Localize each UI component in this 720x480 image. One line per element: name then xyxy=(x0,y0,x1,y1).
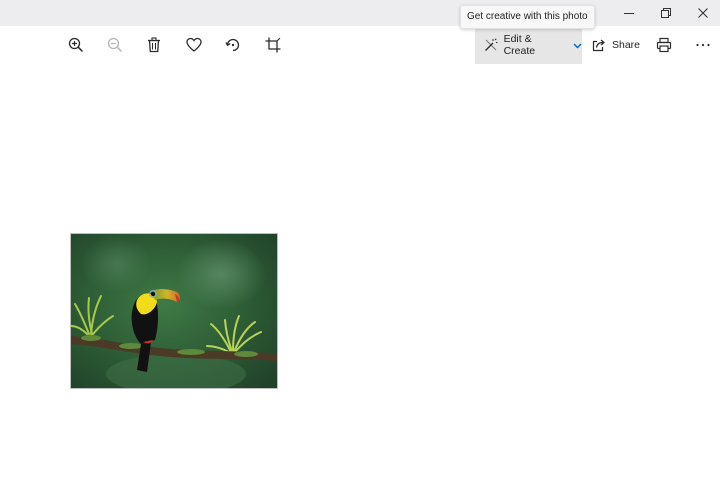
favorite-heart-icon xyxy=(186,37,202,52)
more-options-button[interactable] xyxy=(687,26,719,64)
edit-create-tooltip: Get creative with this photo xyxy=(460,5,595,29)
minimize-icon xyxy=(624,13,634,14)
crop-icon xyxy=(265,37,281,53)
toucan-photo xyxy=(71,234,277,388)
edit-create-button[interactable]: Edit & Create xyxy=(475,26,582,64)
print-button[interactable] xyxy=(648,26,680,64)
edit-wand-icon xyxy=(485,38,498,51)
delete-button[interactable] xyxy=(138,26,170,64)
chevron-down-icon xyxy=(573,43,582,48)
crop-button[interactable] xyxy=(257,26,289,64)
zoom-out-icon xyxy=(107,37,123,53)
delete-icon xyxy=(148,37,160,53)
share-icon xyxy=(592,39,605,52)
print-icon xyxy=(656,37,672,53)
zoom-in-button[interactable] xyxy=(60,26,92,64)
restore-icon xyxy=(661,8,671,18)
edit-create-label: Edit & Create xyxy=(503,33,536,57)
title-bar xyxy=(0,0,720,26)
zoom-out-button[interactable] xyxy=(99,26,131,64)
favorite-button[interactable] xyxy=(178,26,210,64)
restore-button[interactable] xyxy=(647,0,685,26)
photo-viewer-image xyxy=(70,233,278,389)
zoom-in-icon xyxy=(68,37,84,53)
close-icon xyxy=(698,8,708,18)
close-button[interactable] xyxy=(684,0,720,26)
rotate-icon xyxy=(225,38,240,52)
more-icon xyxy=(696,43,710,47)
minimize-button[interactable] xyxy=(610,0,648,26)
share-button[interactable]: Share xyxy=(586,26,646,64)
rotate-button[interactable] xyxy=(217,26,249,64)
share-label: Share xyxy=(612,39,641,51)
